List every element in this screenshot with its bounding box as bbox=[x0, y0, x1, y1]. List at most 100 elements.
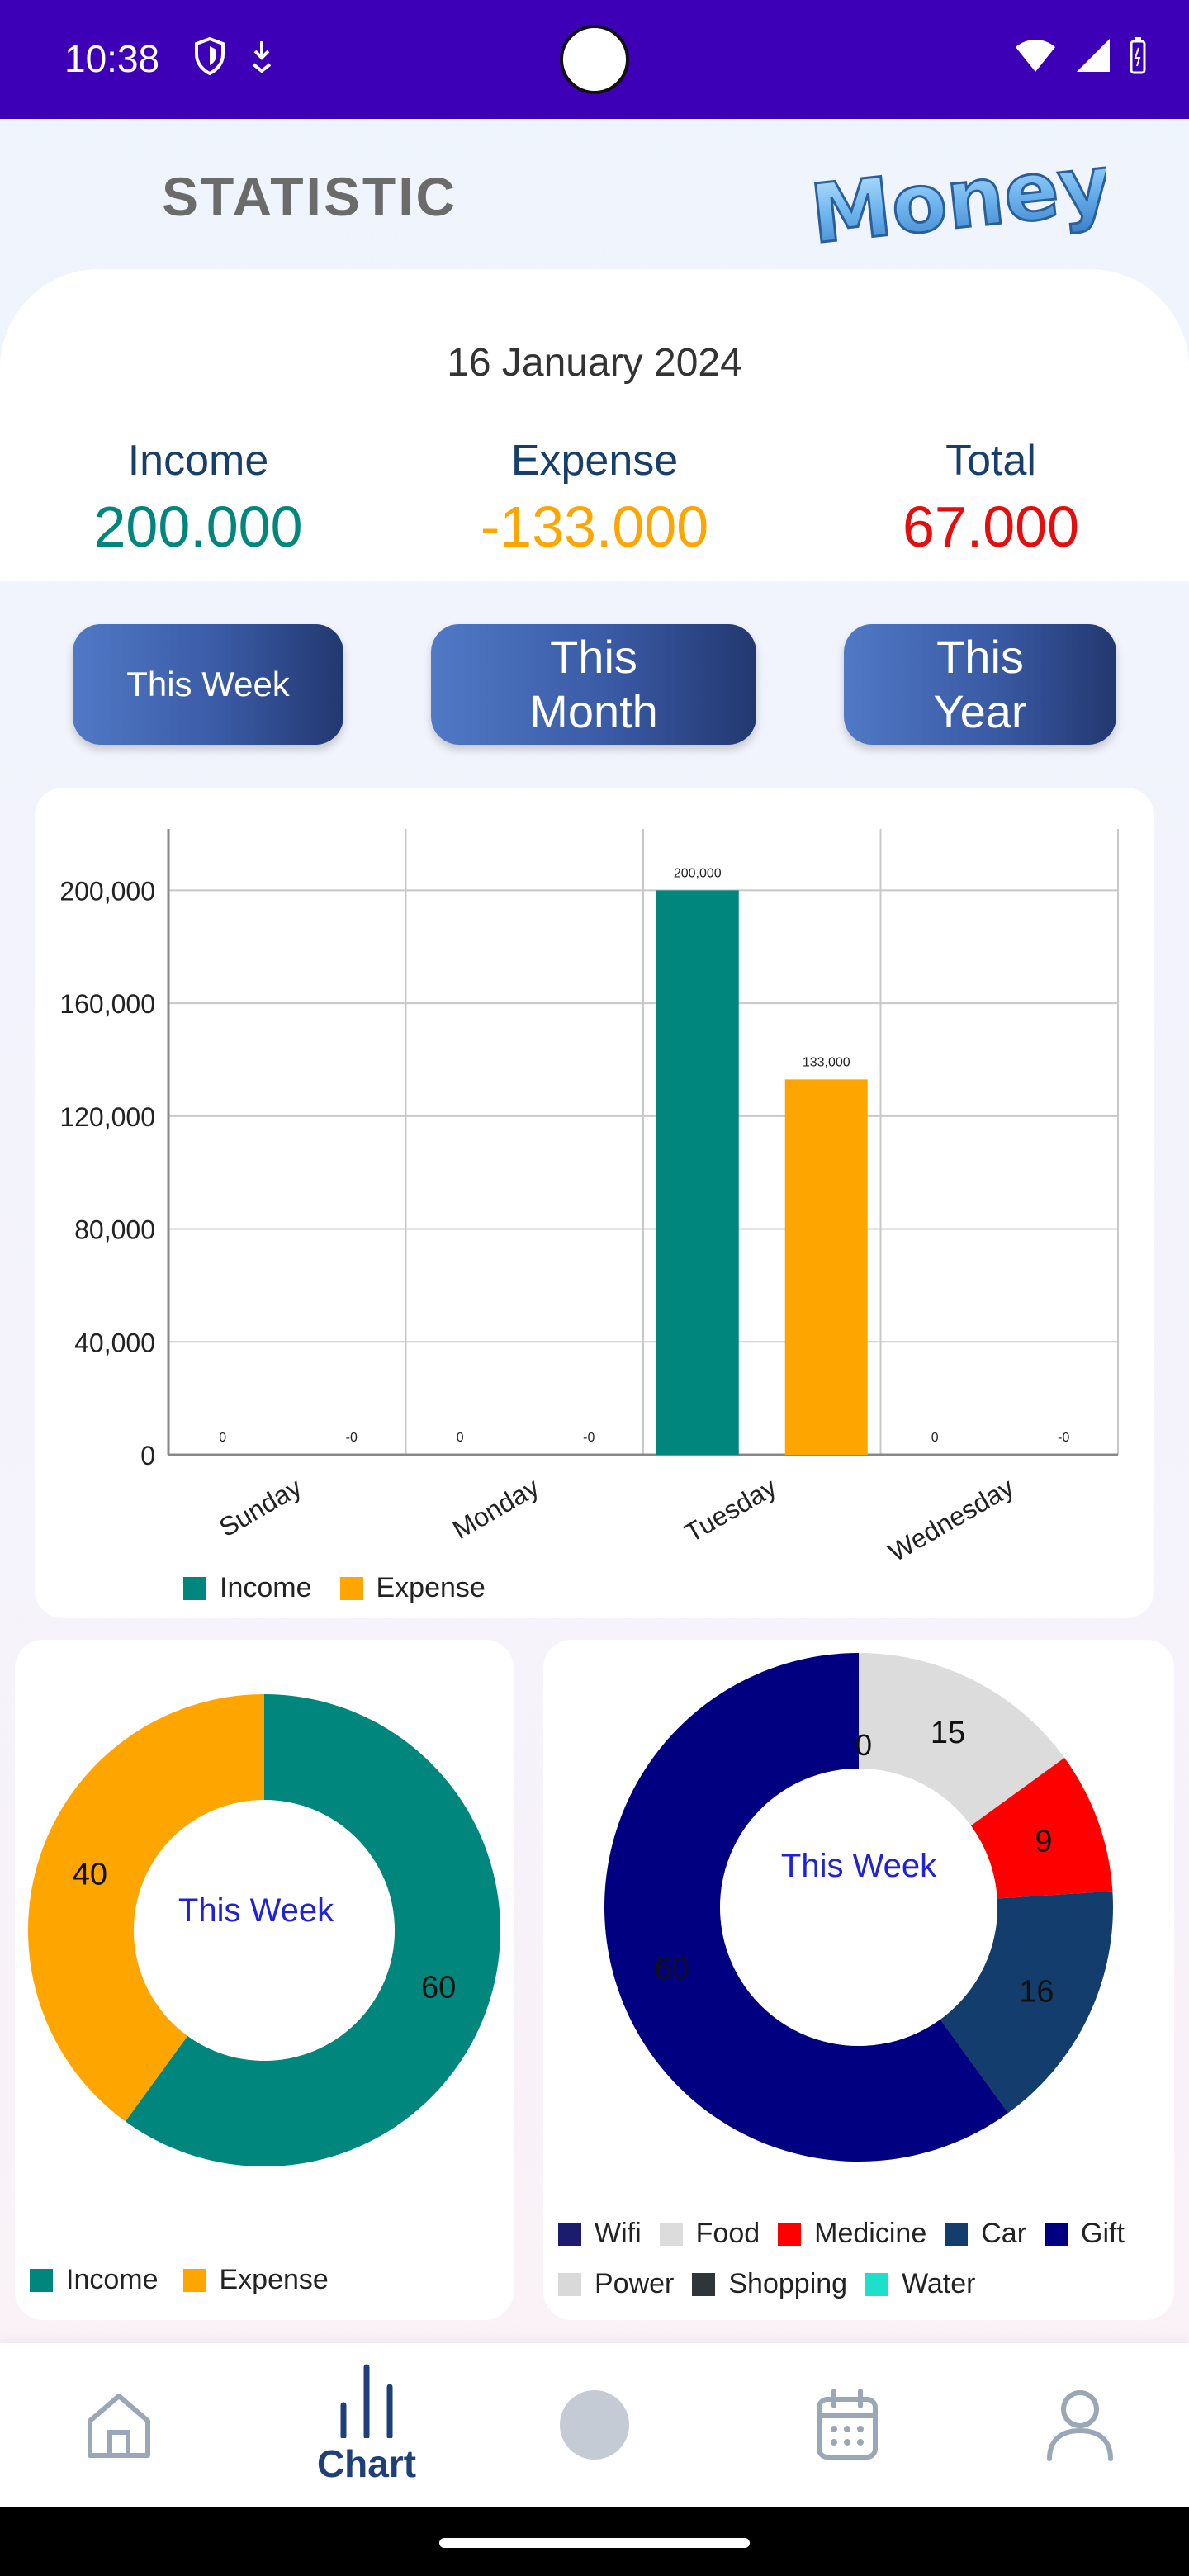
y-tick-label: 40,000 bbox=[74, 1328, 155, 1357]
donut-left-swatch-expense bbox=[182, 2268, 206, 2292]
this-week-button[interactable]: This Week bbox=[73, 624, 343, 745]
total-label: Total bbox=[945, 437, 1036, 485]
summary-date: 16 January 2024 bbox=[447, 341, 742, 385]
income-value: 200.000 bbox=[93, 495, 303, 559]
legend-label: Water bbox=[902, 2268, 976, 2299]
this-month-label: This Month bbox=[529, 631, 658, 737]
bottom-nav: Chart bbox=[0, 2343, 1189, 2507]
expense-label: Expense bbox=[510, 437, 679, 485]
legend-label: Shopping bbox=[728, 2268, 848, 2299]
legend-swatch bbox=[659, 2222, 683, 2246]
donut-left-legend-expense: Expense bbox=[182, 2264, 329, 2296]
x-tick-label: Wednesday bbox=[883, 1472, 1019, 1567]
donut-hole bbox=[145, 1811, 383, 2049]
status-icons-left bbox=[193, 36, 276, 76]
this-year-button[interactable]: This Year bbox=[844, 624, 1116, 745]
battery-icon bbox=[1130, 37, 1146, 74]
bar-value-label: -0 bbox=[583, 1431, 594, 1445]
donut-left-legend-expense-label: Expense bbox=[219, 2264, 329, 2295]
bar-value-label: -0 bbox=[346, 1431, 358, 1445]
profile-icon bbox=[1047, 2390, 1113, 2461]
expense-summary: Expense -133.000 bbox=[396, 436, 793, 560]
donut-slice-label: 40 bbox=[73, 1857, 107, 1892]
this-week-label: This Week bbox=[126, 665, 290, 703]
legend-label: Gift bbox=[1081, 2218, 1125, 2249]
bar-chart-card: 0 40,000 80,000 120,000 160,000 200,000 0 -0 Sun… bbox=[35, 788, 1154, 1618]
donut-right-legend-water: Water bbox=[865, 2268, 975, 2300]
y-tick-label: 80,000 bbox=[74, 1215, 155, 1245]
bar-value-label: 0 bbox=[219, 1431, 226, 1445]
bar-chart-legend: Income Expense bbox=[183, 1572, 486, 1604]
donut-left-swatch-income bbox=[30, 2268, 53, 2292]
bar-value-label: 0 bbox=[931, 1431, 939, 1445]
legend-label: Wifi bbox=[594, 2218, 642, 2249]
this-year-label: This Year bbox=[933, 631, 1027, 737]
legend-label: Power bbox=[594, 2268, 675, 2299]
signal-icon bbox=[1077, 39, 1110, 72]
income-expense-donut: 60 40 bbox=[28, 1694, 501, 2166]
center-circle-icon bbox=[560, 2390, 629, 2460]
donut-right-legend-shopping: Shopping bbox=[692, 2268, 847, 2300]
donut-slice-label: 15 bbox=[931, 1716, 965, 1750]
donut-slice-label: 60 bbox=[421, 1971, 456, 2005]
legend-swatch bbox=[1045, 2222, 1068, 2246]
donut-right-legend-power: Power bbox=[558, 2268, 674, 2300]
income-summary: Income 200.000 bbox=[0, 436, 396, 560]
total-value: 67.000 bbox=[902, 495, 1080, 559]
donut-right-legend-wifi: Wifi bbox=[558, 2218, 642, 2250]
calendar-icon bbox=[817, 2389, 878, 2460]
system-nav-bar bbox=[0, 2507, 1189, 2576]
logo-text: Money bbox=[807, 145, 1106, 253]
nav-home[interactable] bbox=[0, 2343, 238, 2507]
donut-slice-label: 9 bbox=[1035, 1824, 1052, 1859]
bar-value-label: -0 bbox=[1058, 1431, 1069, 1445]
wifi-icon bbox=[1016, 40, 1055, 72]
donut-right-legend-car: Car bbox=[945, 2218, 1026, 2250]
legend-item-income: Income bbox=[183, 1572, 312, 1604]
bar-chart: 0 40,000 80,000 120,000 160,000 200,000 0 -0 Sun… bbox=[59, 829, 1119, 1567]
shield-icon bbox=[195, 36, 225, 76]
donut-left-legend: Income Expense bbox=[30, 2264, 329, 2296]
status-icons-right bbox=[1014, 36, 1148, 74]
nav-chart-label: Chart bbox=[316, 2442, 417, 2485]
donut-left-legend-income: Income bbox=[30, 2264, 159, 2296]
home-icon bbox=[88, 2394, 150, 2458]
status-bar: 10:38 bbox=[0, 0, 1189, 119]
x-tick-label: Monday bbox=[448, 1472, 544, 1545]
money-logo: Money bbox=[805, 145, 1106, 253]
summary-card: 16 January 2024 Income 200.000 Expense -… bbox=[0, 269, 1189, 581]
home-gesture-pill[interactable] bbox=[439, 2538, 750, 2548]
y-tick-label: 120,000 bbox=[59, 1102, 155, 1132]
legend-swatch-expense bbox=[339, 1576, 363, 1600]
legend-label: Car bbox=[981, 2218, 1027, 2249]
page-title: STATISTIC bbox=[162, 166, 458, 227]
donut-zero-label: 0 bbox=[855, 1728, 872, 1762]
legend-label: Medicine bbox=[814, 2218, 927, 2249]
expense-value: -133.000 bbox=[480, 495, 709, 559]
legend-label-expense: Expense bbox=[376, 1572, 486, 1603]
nav-center-action[interactable] bbox=[476, 2343, 713, 2507]
y-tick-label: 0 bbox=[140, 1441, 155, 1470]
legend-swatch-income bbox=[183, 1576, 206, 1600]
legend-swatch bbox=[558, 2272, 581, 2296]
legend-swatch bbox=[865, 2272, 889, 2296]
donut-right-legend-food: Food bbox=[659, 2218, 760, 2250]
bar-value-label: 133,000 bbox=[803, 1055, 850, 1069]
y-tick-label: 160,000 bbox=[59, 989, 155, 1019]
nav-calendar[interactable] bbox=[728, 2343, 966, 2507]
legend-label: Food bbox=[695, 2218, 760, 2249]
donut-right-legend-medicine: Medicine bbox=[778, 2218, 926, 2250]
donut-left-center-label: This Week bbox=[178, 1892, 334, 1929]
camera-cutout bbox=[560, 25, 629, 94]
bar-expense-tuesday bbox=[784, 1079, 868, 1455]
donut-slice-label: 60 bbox=[655, 1952, 689, 1986]
nav-profile[interactable] bbox=[961, 2343, 1189, 2507]
bar-value-label: 0 bbox=[457, 1431, 464, 1445]
nav-chart[interactable]: Chart bbox=[248, 2343, 486, 2507]
category-donut: 15 9 16 60 0 bbox=[604, 1653, 1113, 2162]
donut-right-legend: Wifi Food Medicine Car Gift Power Shopping Wate… bbox=[558, 2218, 1169, 2300]
donut-slice-label: 16 bbox=[1019, 1974, 1054, 2009]
total-summary: Total 67.000 bbox=[793, 436, 1189, 560]
this-month-button[interactable]: This Month bbox=[431, 624, 756, 745]
category-donut-card: 15 9 16 60 0 This Week Wifi Food Medicine Car Gi… bbox=[543, 1640, 1174, 2320]
